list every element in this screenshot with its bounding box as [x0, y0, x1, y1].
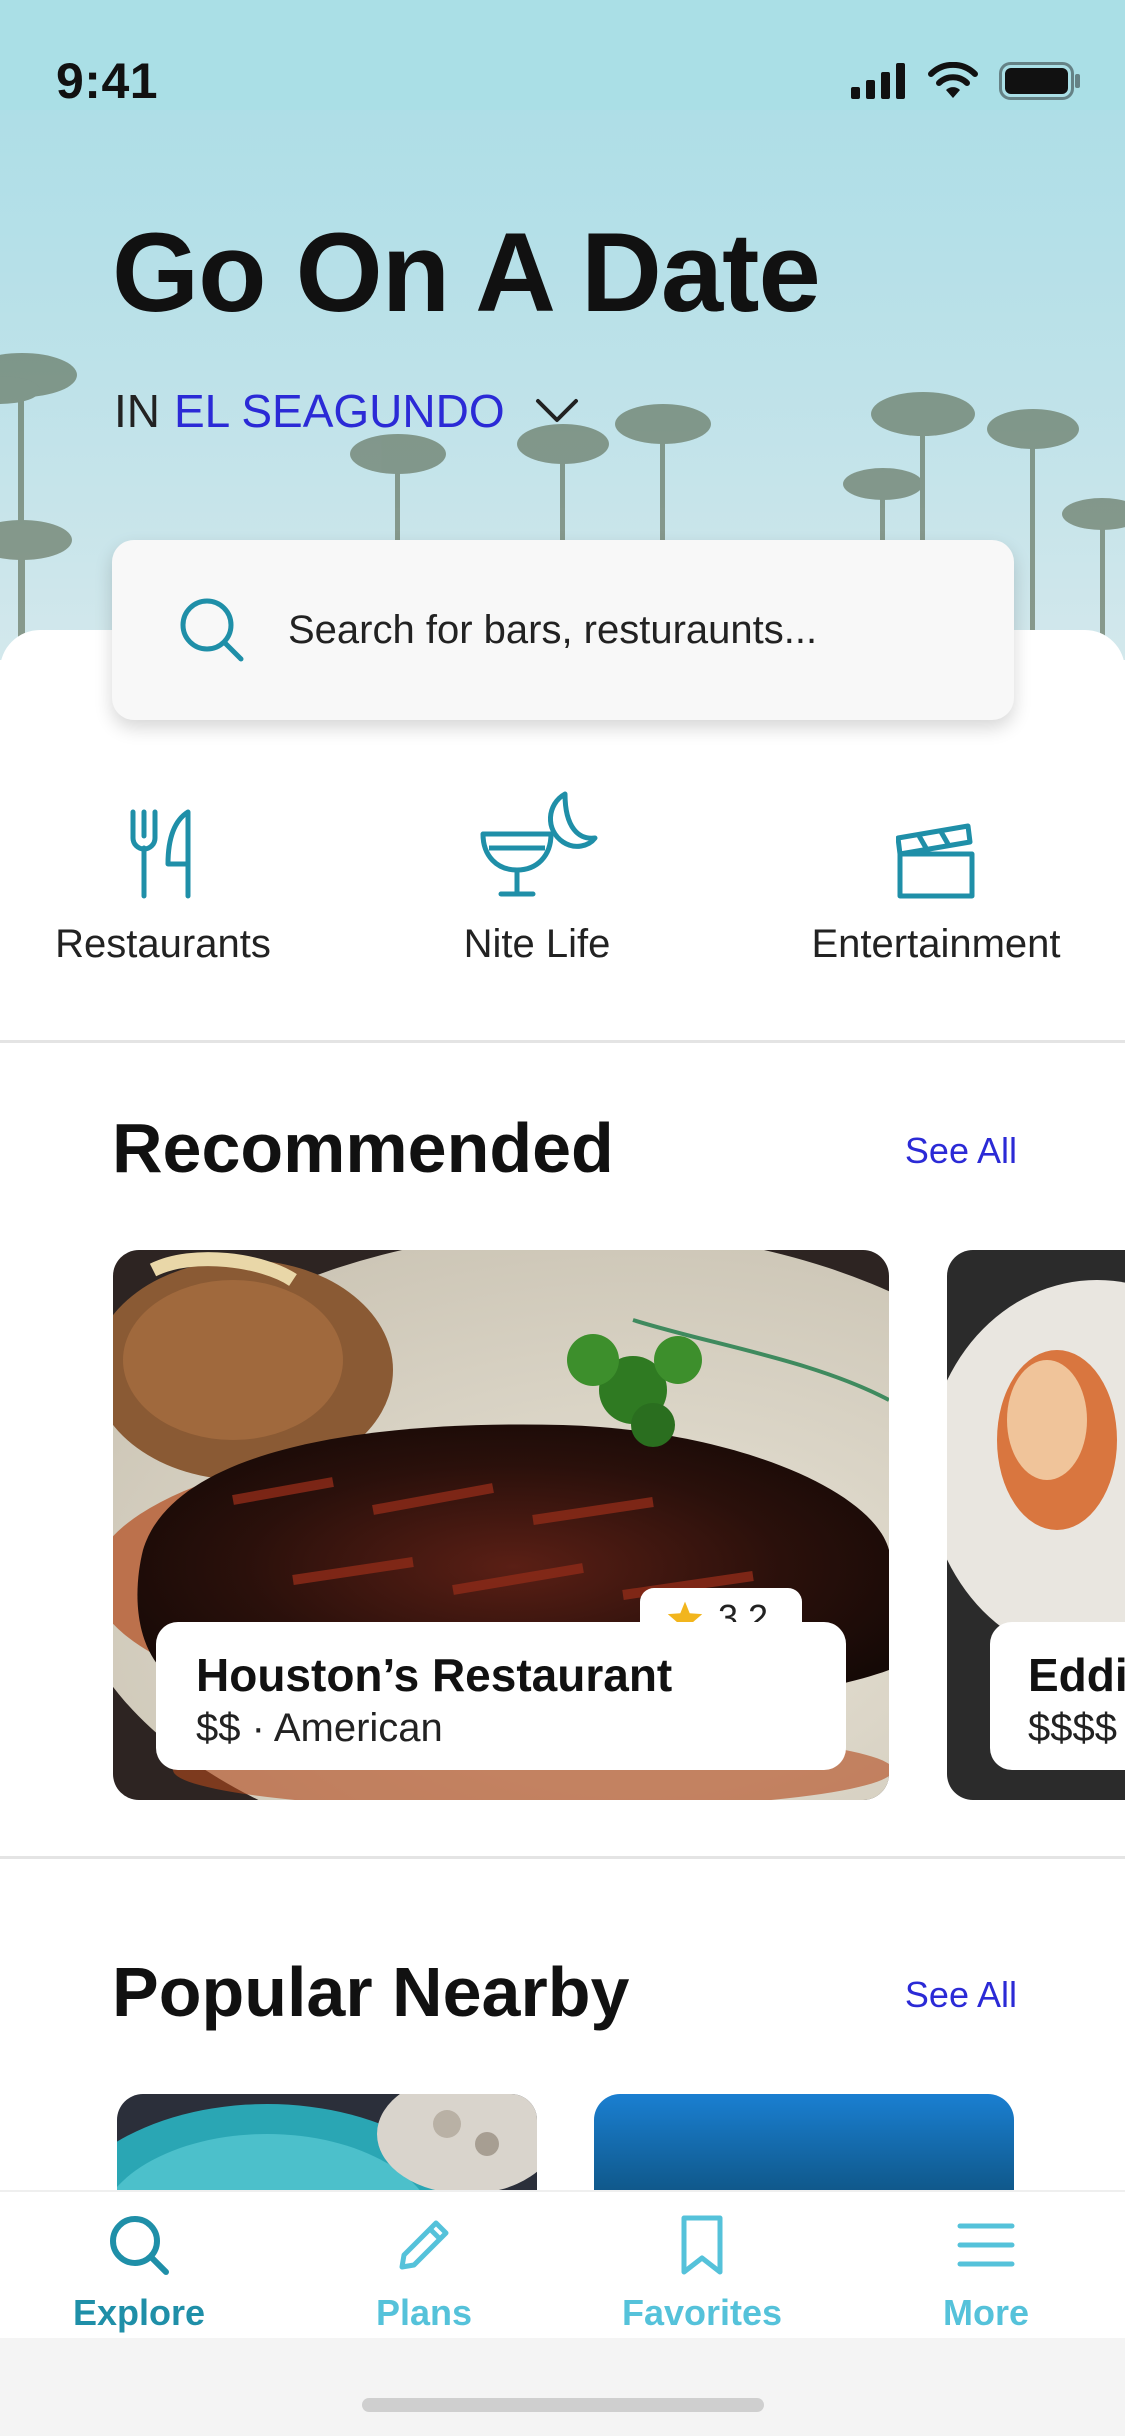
tab-label: Plans [375, 2292, 473, 2333]
category-nite-life[interactable]: Nite Life [432, 790, 642, 967]
popular-see-all-link[interactable]: See All [905, 1974, 1017, 2016]
popular-nearby-title: Popular Nearby [112, 1953, 630, 2031]
clapperboard-icon [896, 823, 975, 899]
tab-plans[interactable]: Plans [324, 2192, 524, 2340]
divider [0, 1040, 1125, 1043]
app-screen: 9:41 Go On A Date IN EL SEAGUNDO Search … [0, 0, 1125, 2436]
status-icons [851, 62, 1081, 100]
pencil-icon [399, 2220, 449, 2270]
tab-label: More [942, 2292, 1029, 2333]
category-label: Restaurants [55, 922, 271, 966]
search-icon [110, 2216, 169, 2275]
restaurant-meta: $$$$ [1028, 1706, 1117, 1750]
location-city[interactable]: EL SEAGUNDO [174, 384, 505, 438]
search-icon [180, 598, 244, 662]
category-row: Restaurants Nite Life Entertainment [0, 790, 1125, 970]
menu-icon [957, 2223, 1015, 2267]
page-title: Go On A Date [112, 210, 821, 335]
category-label: Nite Life [463, 922, 611, 966]
tab-explore[interactable]: Explore [39, 2192, 239, 2340]
restaurant-name: Houston’s Restaurant [196, 1649, 673, 1701]
home-indicator[interactable] [362, 2398, 764, 2412]
bookmark-icon [681, 2215, 723, 2275]
chevron-down-icon[interactable] [535, 398, 579, 424]
recommended-see-all-link[interactable]: See All [905, 1130, 1017, 1172]
category-entertainment[interactable]: Entertainment [796, 790, 1076, 967]
category-label: Entertainment [811, 922, 1061, 966]
tab-more[interactable]: More [886, 2192, 1086, 2340]
tab-favorites[interactable]: Favorites [602, 2192, 802, 2340]
restaurant-name: Eddie [1028, 1649, 1125, 1701]
card-info-box: Eddie $$$$ [990, 1622, 1125, 1770]
cocktail-moon-icon [480, 791, 598, 897]
location-selector[interactable]: IN EL SEAGUNDO [114, 384, 579, 438]
category-restaurants[interactable]: Restaurants [48, 790, 278, 967]
home-indicator-area [0, 2338, 1125, 2436]
tab-label: Explore [72, 2292, 206, 2333]
search-input[interactable]: Search for bars, resturaunts... [112, 540, 1014, 720]
search-placeholder: Search for bars, resturaunts... [288, 608, 818, 652]
tab-label: Favorites [621, 2292, 783, 2333]
recommended-title: Recommended [112, 1109, 614, 1187]
signal-icon [851, 63, 905, 99]
location-prefix: IN [114, 385, 160, 437]
wifi-icon [928, 62, 978, 98]
status-time: 9:41 [56, 53, 159, 109]
restaurant-meta: $$ · American [196, 1706, 443, 1750]
tab-bar: Explore Plans Favorites More [0, 2190, 1125, 2338]
battery-icon [999, 62, 1080, 100]
fork-knife-icon [130, 809, 191, 899]
divider [0, 1856, 1125, 1859]
card-info-box: Houston’s Restaurant $$ · American [156, 1622, 846, 1770]
